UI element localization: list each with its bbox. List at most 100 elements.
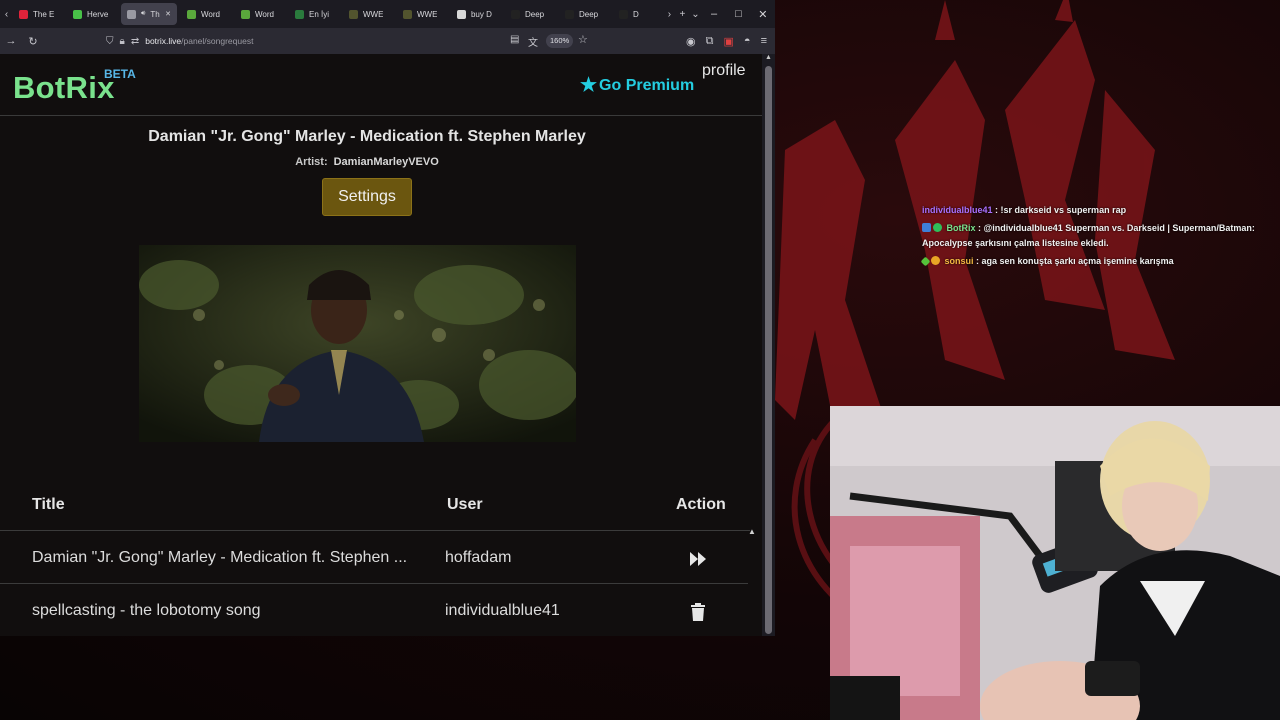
zoom-level-badge[interactable]: 160% [546, 34, 574, 48]
tab-favicon-icon [126, 9, 136, 19]
browser-tab[interactable]: D [613, 3, 663, 25]
tab-favicon-icon [456, 9, 466, 19]
tab-scroll-right-icon[interactable]: › [663, 9, 676, 20]
tab-title: Herve [86, 9, 109, 19]
browser-tab[interactable]: The E [13, 3, 63, 25]
toolbar-extensions: ◉ ⧉ ▣ ◓ ≡ [686, 28, 767, 54]
browser-tab[interactable]: buy D [451, 3, 501, 25]
row-title: spellcasting - the lobotomy song [32, 602, 261, 619]
page-scrollbar[interactable]: ▲ [762, 54, 775, 636]
url-text[interactable]: botrix.live/panel/songrequest [145, 36, 253, 46]
account-icon[interactable]: ◉ [686, 35, 696, 48]
tab-strip: ‹ The E Herve 🔊︎ The ✕ Word Word En İyi WWE WWE bu… [0, 0, 775, 28]
tab-title: D [632, 9, 639, 19]
new-tab-button[interactable]: + [676, 9, 689, 20]
video-frame-image [139, 245, 576, 442]
shield-icon[interactable]: ⛉ [106, 36, 114, 47]
tab-favicon-icon [618, 9, 628, 19]
tab-title: Word [200, 9, 220, 19]
scrollbar-thumb[interactable] [765, 66, 772, 634]
chat-text: aga sen konuşta şarkı açma işemine karış… [981, 256, 1174, 266]
tab-favicon-icon [186, 9, 196, 19]
table-divider [0, 530, 750, 531]
browser-tab[interactable]: En İyi [289, 3, 339, 25]
browser-tab[interactable]: Word [235, 3, 285, 25]
browser-tab[interactable]: WWE [397, 3, 447, 25]
botrix-page: BotRix BETA ★ Go Premium profile Damian … [0, 54, 762, 636]
tab-scroll-left-icon[interactable]: ‹ [0, 9, 13, 20]
permissions-icon[interactable]: ⇄ [131, 36, 139, 47]
minimize-button[interactable]: – [702, 8, 726, 20]
tab-title: Deep [578, 9, 599, 19]
address-bar[interactable]: ⛉ 🔒︎ ⇄ botrix.live/panel/songrequest [100, 31, 600, 51]
browser-tab[interactable]: WWE [343, 3, 393, 25]
tab-title: buy D [470, 9, 492, 19]
tab-title: WWE [416, 9, 438, 19]
screen: ‹ The E Herve 🔊︎ The ✕ Word Word En İyi WWE WWE bu… [0, 0, 1280, 720]
row-user: hoffadam [445, 549, 512, 566]
queue-scroll-up-icon[interactable]: ▲ [748, 527, 756, 536]
stream-chat-overlay: individualblue41 : !sr darkseid vs super… [920, 203, 1277, 272]
trash-icon[interactable] [688, 602, 708, 622]
table-divider [0, 583, 748, 584]
chat-message: BotRix : @individualblue41 Superman vs. … [922, 223, 1255, 248]
forward-arrow-icon[interactable]: → [0, 35, 22, 47]
go-premium-link[interactable]: ★ Go Premium [580, 74, 694, 97]
tab-favicon-icon [402, 9, 412, 19]
close-tab-icon[interactable]: ✕ [165, 10, 171, 18]
lock-icon[interactable]: 🔒︎ [120, 36, 125, 47]
tab-list-dropdown-icon[interactable]: ⌄ [689, 9, 702, 20]
tab-audio-icon[interactable]: 🔊︎ [141, 10, 145, 18]
skip-icon[interactable] [688, 549, 708, 569]
reader-view-icon[interactable]: ▤ [510, 34, 519, 45]
webcam-image [830, 406, 1280, 720]
video-player[interactable] [139, 245, 576, 442]
extension-badge-icon[interactable]: ▣ [724, 35, 734, 48]
botrix-logo[interactable]: BotRix [13, 70, 115, 106]
tab-list: The E Herve 🔊︎ The ✕ Word Word En İyi WWE WWE buy … [13, 3, 663, 25]
column-header-title[interactable]: Title [32, 496, 65, 514]
tab-title: En İyi [308, 9, 329, 19]
row-title: Damian "Jr. Gong" Marley - Medication ft… [32, 549, 408, 566]
scroll-up-arrow-icon[interactable]: ▲ [764, 54, 773, 64]
browser-tab[interactable]: 🔊︎ The ✕ [120, 3, 177, 25]
site-header: BotRix BETA ★ Go Premium profile [0, 54, 762, 116]
tab-title: WWE [362, 9, 384, 19]
column-header-action: Action [676, 496, 726, 513]
webcam-feed [830, 406, 1280, 720]
chat-username: sonsui [944, 256, 974, 266]
chat-username: BotRix [946, 223, 976, 233]
bot-badge-icon [933, 223, 942, 232]
browser-tab[interactable]: Herve [67, 3, 117, 25]
tab-title: The [150, 9, 160, 19]
chat-message: sonsui : aga sen konuşta şarkı açma işem… [920, 254, 1277, 269]
browser-tab[interactable]: Deep [505, 3, 555, 25]
menu-icon[interactable]: ≡ [761, 35, 767, 47]
tab-favicon-icon [510, 9, 520, 19]
extension-mask-icon[interactable]: ◓ [744, 35, 751, 47]
tab-favicon-icon [294, 9, 304, 19]
tab-favicon-icon [240, 9, 250, 19]
maximize-button[interactable]: □ [726, 8, 750, 20]
browser-tab[interactable]: Deep [559, 3, 609, 25]
go-premium-label: Go Premium [599, 76, 695, 94]
close-window-button[interactable]: ✕ [751, 8, 775, 21]
tab-favicon-icon [18, 9, 28, 19]
settings-button[interactable]: Settings [322, 178, 412, 216]
reload-icon[interactable]: ↻ [22, 35, 44, 48]
subscriber-badge-icon [920, 256, 931, 267]
tab-favicon-icon [348, 9, 358, 19]
browser-tab[interactable]: Word [181, 3, 231, 25]
tab-favicon-icon [564, 9, 574, 19]
column-header-user[interactable]: User [447, 496, 483, 514]
translate-icon[interactable]: 文 [528, 34, 538, 49]
tab-favicon-icon [72, 9, 82, 19]
bookmark-star-icon[interactable]: ☆ [578, 33, 588, 46]
artist-label: Artist: [295, 156, 328, 168]
tab-title: Word [254, 9, 274, 19]
chat-username: individualblue41 [922, 205, 993, 215]
extensions-icon[interactable]: ⧉ [706, 35, 714, 48]
chat-text: !sr darkseid vs superman rap [1000, 205, 1127, 215]
profile-link[interactable]: profile [702, 62, 746, 80]
artist-name: DamianMarleyVEVO [333, 156, 439, 168]
